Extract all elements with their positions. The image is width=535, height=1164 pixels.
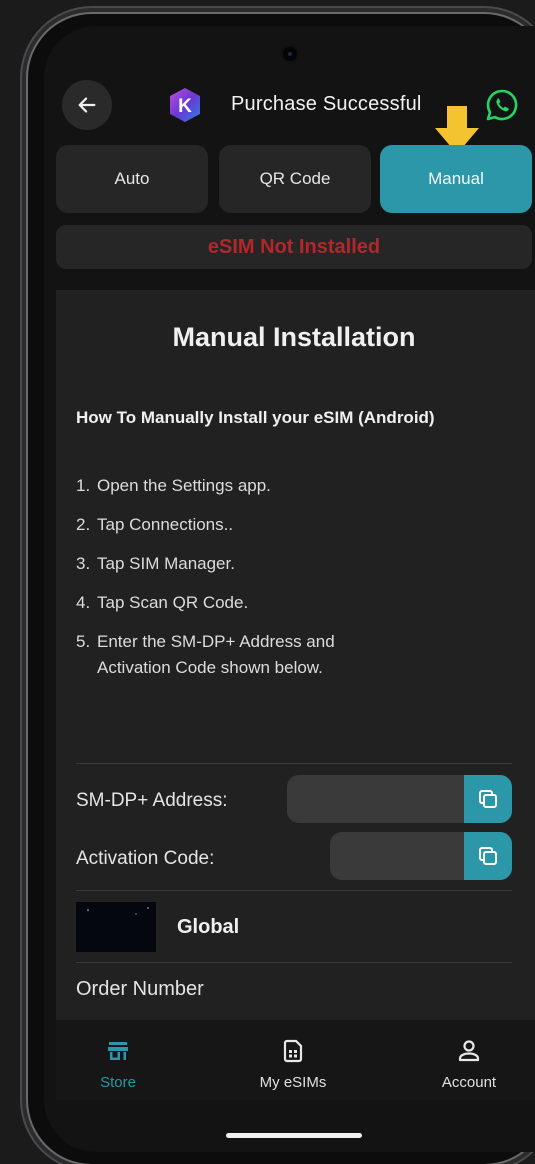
section-title: Manual Installation <box>172 322 416 352</box>
account-icon <box>458 1040 480 1062</box>
nav-my-esims-label: My eSIMs <box>259 1074 327 1091</box>
list-item: 2. Tap Connections.. <box>76 512 233 538</box>
step-text: Tap SIM Manager. <box>97 554 235 573</box>
copy-activation-button[interactable] <box>464 832 512 880</box>
divider <box>76 890 512 891</box>
step-number: 1. <box>76 476 91 495</box>
nav-my-esims[interactable]: My eSIMs <box>233 1038 353 1091</box>
smdp-address-field <box>287 775 512 823</box>
whatsapp-icon[interactable] <box>485 88 519 122</box>
top-bar: K Purchase Successful <box>0 0 535 154</box>
nav-store[interactable]: Store <box>58 1038 178 1091</box>
activation-code-field <box>330 832 512 880</box>
step-text: Enter the SM-DP+ Address and <box>97 632 335 651</box>
step-text: Tap Connections.. <box>97 515 234 534</box>
logo-letter: K <box>178 96 192 117</box>
step-number: 4. <box>76 593 91 612</box>
step-text: Tap Scan QR Code. <box>97 593 249 612</box>
copy-icon <box>479 790 497 808</box>
nav-account-label: Account <box>441 1074 497 1091</box>
store-icon <box>108 1042 128 1060</box>
page-title: Purchase Successful <box>231 93 422 115</box>
list-item: 1. Open the Settings app. <box>76 473 271 499</box>
order-number-label: Order Number <box>76 978 204 1000</box>
tab-auto[interactable]: Auto <box>56 145 208 213</box>
step-text-continued: Activation Code shown below. <box>97 658 323 677</box>
back-button[interactable] <box>62 80 112 130</box>
activation-code-label: Activation Code: <box>76 848 215 869</box>
step-text: Open the Settings app. <box>97 476 271 495</box>
step-number: 5. <box>76 632 91 651</box>
list-item: 3. Tap SIM Manager. <box>76 551 235 577</box>
arrow-left-icon <box>78 97 96 113</box>
copy-smdp-button[interactable] <box>464 775 512 823</box>
nav-account[interactable]: Account <box>409 1038 529 1091</box>
app-logo-icon: K <box>170 88 200 122</box>
list-item: 5. Enter the SM-DP+ Address and Activatio… <box>76 629 335 681</box>
copy-icon <box>479 847 497 865</box>
divider <box>76 962 512 963</box>
step-number: 2. <box>76 515 91 534</box>
bottom-navigation: Store My eSIMs Account <box>56 1020 535 1100</box>
instructions-subtitle: How To Manually Install your eSIM (Andro… <box>76 408 435 427</box>
step-number: 3. <box>76 554 91 573</box>
sim-card-icon <box>283 1039 303 1063</box>
list-item: 4. Tap Scan QR Code. <box>76 590 248 616</box>
divider <box>76 763 512 764</box>
manual-installation-card: Manual Installation How To Manually Inst… <box>56 290 535 1020</box>
home-indicator[interactable] <box>226 1133 362 1138</box>
nav-store-label: Store <box>100 1074 136 1091</box>
tab-qr-code[interactable]: QR Code <box>219 145 371 213</box>
globe-image <box>76 902 156 952</box>
tab-manual[interactable]: Manual <box>380 145 532 213</box>
esim-status-banner: eSIM Not Installed <box>56 225 532 269</box>
smdp-address-label: SM-DP+ Address: <box>76 790 228 811</box>
plan-name: Global <box>177 916 240 938</box>
